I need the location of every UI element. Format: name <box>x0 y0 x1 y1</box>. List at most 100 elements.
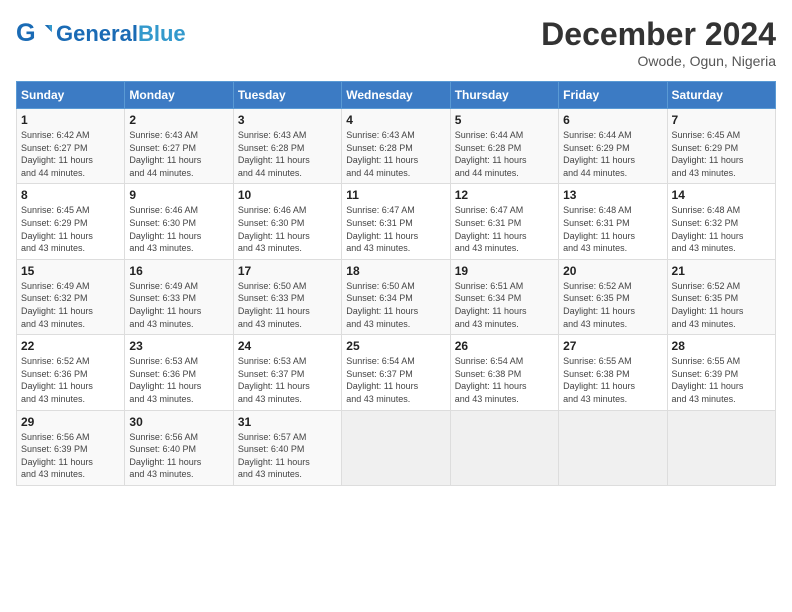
day-info: Sunrise: 6:43 AMSunset: 6:28 PMDaylight:… <box>238 129 337 179</box>
calendar-cell: 2 Sunrise: 6:43 AMSunset: 6:27 PMDayligh… <box>125 109 233 184</box>
day-info: Sunrise: 6:45 AMSunset: 6:29 PMDaylight:… <box>672 129 771 179</box>
weekday-header: Wednesday <box>342 82 450 109</box>
day-info: Sunrise: 6:46 AMSunset: 6:30 PMDaylight:… <box>129 204 228 254</box>
calendar-cell: 15 Sunrise: 6:49 AMSunset: 6:32 PMDaylig… <box>17 259 125 334</box>
weekday-header: Saturday <box>667 82 775 109</box>
day-info: Sunrise: 6:55 AMSunset: 6:39 PMDaylight:… <box>672 355 771 405</box>
day-number: 26 <box>455 339 554 353</box>
day-info: Sunrise: 6:47 AMSunset: 6:31 PMDaylight:… <box>455 204 554 254</box>
calendar-cell: 16 Sunrise: 6:49 AMSunset: 6:33 PMDaylig… <box>125 259 233 334</box>
day-number: 17 <box>238 264 337 278</box>
day-info: Sunrise: 6:56 AMSunset: 6:39 PMDaylight:… <box>21 431 120 481</box>
day-number: 31 <box>238 415 337 429</box>
calendar-week-row: 8 Sunrise: 6:45 AMSunset: 6:29 PMDayligh… <box>17 184 776 259</box>
calendar-cell: 1 Sunrise: 6:42 AMSunset: 6:27 PMDayligh… <box>17 109 125 184</box>
logo-icon: G <box>16 16 52 52</box>
calendar-cell <box>342 410 450 485</box>
day-number: 5 <box>455 113 554 127</box>
calendar-cell: 26 Sunrise: 6:54 AMSunset: 6:38 PMDaylig… <box>450 335 558 410</box>
day-number: 28 <box>672 339 771 353</box>
day-info: Sunrise: 6:44 AMSunset: 6:28 PMDaylight:… <box>455 129 554 179</box>
day-info: Sunrise: 6:50 AMSunset: 6:33 PMDaylight:… <box>238 280 337 330</box>
day-number: 2 <box>129 113 228 127</box>
calendar-cell: 20 Sunrise: 6:52 AMSunset: 6:35 PMDaylig… <box>559 259 667 334</box>
calendar-cell: 9 Sunrise: 6:46 AMSunset: 6:30 PMDayligh… <box>125 184 233 259</box>
logo-blue: Blue <box>138 21 186 46</box>
day-number: 7 <box>672 113 771 127</box>
day-info: Sunrise: 6:52 AMSunset: 6:36 PMDaylight:… <box>21 355 120 405</box>
day-number: 20 <box>563 264 662 278</box>
weekday-header-row: SundayMondayTuesdayWednesdayThursdayFrid… <box>17 82 776 109</box>
calendar-cell: 13 Sunrise: 6:48 AMSunset: 6:31 PMDaylig… <box>559 184 667 259</box>
day-number: 27 <box>563 339 662 353</box>
day-info: Sunrise: 6:42 AMSunset: 6:27 PMDaylight:… <box>21 129 120 179</box>
day-info: Sunrise: 6:51 AMSunset: 6:34 PMDaylight:… <box>455 280 554 330</box>
day-info: Sunrise: 6:43 AMSunset: 6:28 PMDaylight:… <box>346 129 445 179</box>
day-info: Sunrise: 6:44 AMSunset: 6:29 PMDaylight:… <box>563 129 662 179</box>
day-number: 24 <box>238 339 337 353</box>
day-info: Sunrise: 6:53 AMSunset: 6:36 PMDaylight:… <box>129 355 228 405</box>
calendar-cell: 5 Sunrise: 6:44 AMSunset: 6:28 PMDayligh… <box>450 109 558 184</box>
day-info: Sunrise: 6:45 AMSunset: 6:29 PMDaylight:… <box>21 204 120 254</box>
day-number: 29 <box>21 415 120 429</box>
day-info: Sunrise: 6:52 AMSunset: 6:35 PMDaylight:… <box>563 280 662 330</box>
day-info: Sunrise: 6:55 AMSunset: 6:38 PMDaylight:… <box>563 355 662 405</box>
day-number: 8 <box>21 188 120 202</box>
day-number: 14 <box>672 188 771 202</box>
day-info: Sunrise: 6:49 AMSunset: 6:33 PMDaylight:… <box>129 280 228 330</box>
calendar-cell: 31 Sunrise: 6:57 AMSunset: 6:40 PMDaylig… <box>233 410 341 485</box>
calendar-cell <box>667 410 775 485</box>
weekday-header: Monday <box>125 82 233 109</box>
day-number: 16 <box>129 264 228 278</box>
day-info: Sunrise: 6:57 AMSunset: 6:40 PMDaylight:… <box>238 431 337 481</box>
day-info: Sunrise: 6:54 AMSunset: 6:38 PMDaylight:… <box>455 355 554 405</box>
calendar-cell: 30 Sunrise: 6:56 AMSunset: 6:40 PMDaylig… <box>125 410 233 485</box>
day-info: Sunrise: 6:53 AMSunset: 6:37 PMDaylight:… <box>238 355 337 405</box>
calendar-cell: 18 Sunrise: 6:50 AMSunset: 6:34 PMDaylig… <box>342 259 450 334</box>
calendar-cell: 17 Sunrise: 6:50 AMSunset: 6:33 PMDaylig… <box>233 259 341 334</box>
day-number: 19 <box>455 264 554 278</box>
day-info: Sunrise: 6:47 AMSunset: 6:31 PMDaylight:… <box>346 204 445 254</box>
logo-general: General <box>56 21 138 46</box>
title-block: December 2024 Owode, Ogun, Nigeria <box>541 16 776 69</box>
calendar-week-row: 29 Sunrise: 6:56 AMSunset: 6:39 PMDaylig… <box>17 410 776 485</box>
calendar-cell: 19 Sunrise: 6:51 AMSunset: 6:34 PMDaylig… <box>450 259 558 334</box>
location: Owode, Ogun, Nigeria <box>541 53 776 69</box>
calendar-cell: 24 Sunrise: 6:53 AMSunset: 6:37 PMDaylig… <box>233 335 341 410</box>
day-info: Sunrise: 6:50 AMSunset: 6:34 PMDaylight:… <box>346 280 445 330</box>
page-header: G GeneralBlue December 2024 Owode, Ogun,… <box>16 16 776 69</box>
day-info: Sunrise: 6:46 AMSunset: 6:30 PMDaylight:… <box>238 204 337 254</box>
calendar-cell: 23 Sunrise: 6:53 AMSunset: 6:36 PMDaylig… <box>125 335 233 410</box>
day-number: 4 <box>346 113 445 127</box>
calendar-cell: 12 Sunrise: 6:47 AMSunset: 6:31 PMDaylig… <box>450 184 558 259</box>
calendar-cell: 11 Sunrise: 6:47 AMSunset: 6:31 PMDaylig… <box>342 184 450 259</box>
day-info: Sunrise: 6:43 AMSunset: 6:27 PMDaylight:… <box>129 129 228 179</box>
day-info: Sunrise: 6:56 AMSunset: 6:40 PMDaylight:… <box>129 431 228 481</box>
svg-text:G: G <box>16 19 36 47</box>
day-info: Sunrise: 6:54 AMSunset: 6:37 PMDaylight:… <box>346 355 445 405</box>
day-info: Sunrise: 6:48 AMSunset: 6:31 PMDaylight:… <box>563 204 662 254</box>
day-number: 12 <box>455 188 554 202</box>
calendar-table: SundayMondayTuesdayWednesdayThursdayFrid… <box>16 81 776 486</box>
calendar-cell: 28 Sunrise: 6:55 AMSunset: 6:39 PMDaylig… <box>667 335 775 410</box>
calendar-cell: 4 Sunrise: 6:43 AMSunset: 6:28 PMDayligh… <box>342 109 450 184</box>
calendar-week-row: 15 Sunrise: 6:49 AMSunset: 6:32 PMDaylig… <box>17 259 776 334</box>
weekday-header: Sunday <box>17 82 125 109</box>
calendar-cell: 3 Sunrise: 6:43 AMSunset: 6:28 PMDayligh… <box>233 109 341 184</box>
day-number: 13 <box>563 188 662 202</box>
calendar-cell: 21 Sunrise: 6:52 AMSunset: 6:35 PMDaylig… <box>667 259 775 334</box>
day-number: 6 <box>563 113 662 127</box>
month-title: December 2024 <box>541 16 776 53</box>
day-info: Sunrise: 6:48 AMSunset: 6:32 PMDaylight:… <box>672 204 771 254</box>
day-number: 1 <box>21 113 120 127</box>
day-number: 22 <box>21 339 120 353</box>
weekday-header: Thursday <box>450 82 558 109</box>
calendar-cell: 22 Sunrise: 6:52 AMSunset: 6:36 PMDaylig… <box>17 335 125 410</box>
calendar-cell <box>559 410 667 485</box>
calendar-cell <box>450 410 558 485</box>
day-number: 15 <box>21 264 120 278</box>
day-number: 3 <box>238 113 337 127</box>
weekday-header: Friday <box>559 82 667 109</box>
calendar-week-row: 22 Sunrise: 6:52 AMSunset: 6:36 PMDaylig… <box>17 335 776 410</box>
calendar-cell: 14 Sunrise: 6:48 AMSunset: 6:32 PMDaylig… <box>667 184 775 259</box>
